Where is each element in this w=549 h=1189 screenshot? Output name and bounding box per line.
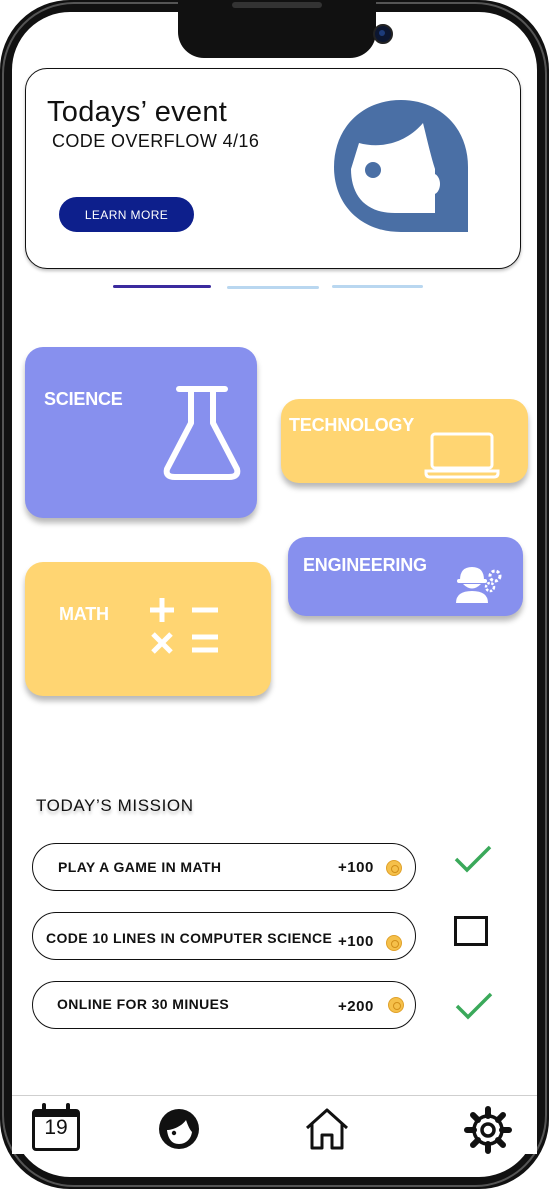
- science-label: SCIENCE: [44, 389, 123, 409]
- coin-icon: [388, 997, 404, 1013]
- front-camera: [373, 24, 393, 44]
- learn-more-button[interactable]: LEARN MORE: [59, 197, 194, 232]
- carousel-indicator[interactable]: [227, 286, 319, 289]
- science-card[interactable]: SCIENCE: [25, 347, 257, 518]
- speaker: [232, 2, 322, 8]
- calendar-ring: [42, 1103, 46, 1112]
- checkmark-icon[interactable]: [455, 992, 493, 1020]
- profile-icon[interactable]: [158, 1108, 200, 1150]
- laptop-icon: [424, 432, 500, 479]
- mission-item[interactable]: ONLINE FOR 30 MINUES +200: [32, 981, 416, 1029]
- mission-points: +100: [338, 933, 374, 950]
- technology-card[interactable]: TECHNOLOGY: [281, 399, 528, 483]
- math-card[interactable]: MATH: [25, 562, 271, 696]
- home-icon[interactable]: [304, 1107, 350, 1151]
- settings-icon[interactable]: [464, 1106, 512, 1154]
- mission-item[interactable]: PLAY A GAME IN MATH +100: [32, 843, 416, 891]
- coin-icon: [386, 935, 402, 951]
- notch: [178, 0, 393, 58]
- coin-icon: [386, 860, 402, 876]
- calendar-day: 19: [44, 1116, 68, 1139]
- engineering-card[interactable]: ENGINEERING: [288, 537, 523, 616]
- math-operators-icon: [150, 598, 218, 654]
- avatar-face-icon: [334, 100, 468, 232]
- mission-checkbox[interactable]: [454, 916, 488, 946]
- calendar-icon[interactable]: 19: [32, 1103, 80, 1151]
- flask-icon: [163, 386, 241, 480]
- checkmark-icon[interactable]: [454, 845, 492, 873]
- carousel-indicator[interactable]: [332, 285, 423, 288]
- mission-points: +200: [338, 998, 374, 1015]
- bottom-nav: 19: [12, 1095, 537, 1154]
- engineering-label: ENGINEERING: [303, 555, 427, 575]
- mission-section-title: TODAY’S MISSION: [36, 796, 194, 815]
- mission-text: CODE 10 LINES IN COMPUTER SCIENCE: [46, 930, 333, 946]
- math-label: MATH: [59, 604, 109, 624]
- mission-item[interactable]: CODE 10 LINES IN COMPUTER SCIENCE +100: [32, 912, 416, 960]
- engineer-icon: [456, 567, 502, 603]
- event-card[interactable]: Todays’ event CODE OVERFLOW 4/16 LEARN M…: [25, 68, 521, 269]
- mission-text: PLAY A GAME IN MATH: [58, 859, 222, 875]
- calendar-ring: [66, 1103, 70, 1112]
- mission-text: ONLINE FOR 30 MINUES: [57, 996, 230, 1012]
- event-subtitle: CODE OVERFLOW 4/16: [52, 131, 260, 151]
- event-title: Todays’ event: [47, 96, 228, 128]
- technology-label: TECHNOLOGY: [289, 415, 415, 435]
- carousel-indicator-active[interactable]: [113, 285, 211, 288]
- mission-points: +100: [338, 859, 374, 876]
